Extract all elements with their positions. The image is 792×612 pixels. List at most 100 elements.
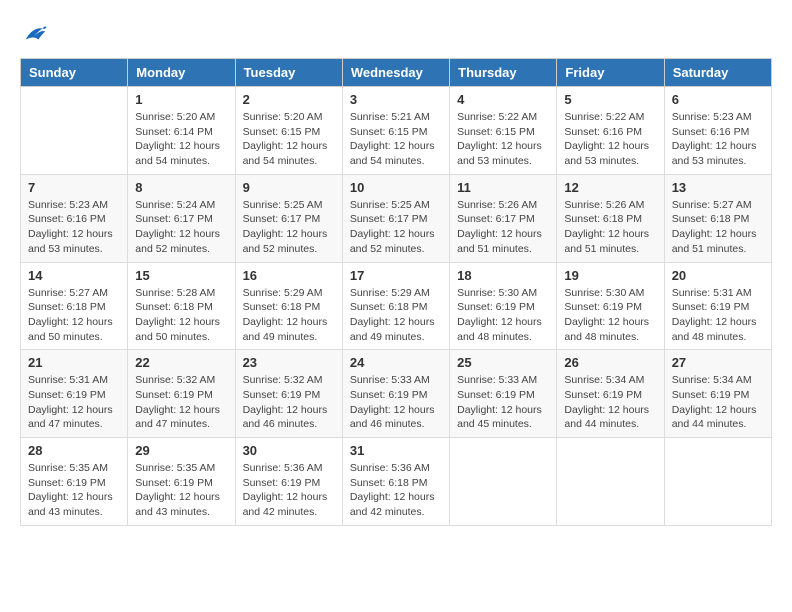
calendar-cell: 9 Sunrise: 5:25 AMSunset: 6:17 PMDaylight…: [235, 174, 342, 262]
day-info: Sunrise: 5:20 AMSunset: 6:15 PMDaylight:…: [243, 110, 335, 169]
day-info: Sunrise: 5:34 AMSunset: 6:19 PMDaylight:…: [672, 373, 764, 432]
day-info: Sunrise: 5:30 AMSunset: 6:19 PMDaylight:…: [457, 286, 549, 345]
day-number: 4: [457, 92, 549, 107]
day-info: Sunrise: 5:25 AMSunset: 6:17 PMDaylight:…: [243, 198, 335, 257]
day-info: Sunrise: 5:35 AMSunset: 6:19 PMDaylight:…: [135, 461, 227, 520]
calendar-cell: [664, 438, 771, 526]
day-number: 2: [243, 92, 335, 107]
calendar-cell: 16Sunrise: 5:29 AMSunset: 6:18 PMDayligh…: [235, 262, 342, 350]
day-info: Sunrise: 5:30 AMSunset: 6:19 PMDaylight:…: [564, 286, 656, 345]
day-number: 22: [135, 355, 227, 370]
day-number: 25: [457, 355, 549, 370]
day-info: Sunrise: 5:26 AMSunset: 6:17 PMDaylight:…: [457, 198, 549, 257]
day-info: Sunrise: 5:35 AMSunset: 6:19 PMDaylight:…: [28, 461, 120, 520]
day-info: Sunrise: 5:24 AMSunset: 6:17 PMDaylight:…: [135, 198, 227, 257]
day-info: Sunrise: 5:33 AMSunset: 6:19 PMDaylight:…: [350, 373, 442, 432]
day-number: 13: [672, 180, 764, 195]
day-number: 12: [564, 180, 656, 195]
calendar-week-row: 1 Sunrise: 5:20 AMSunset: 6:14 PMDaylight…: [21, 87, 772, 175]
calendar-cell: 30Sunrise: 5:36 AMSunset: 6:19 PMDayligh…: [235, 438, 342, 526]
calendar-cell: 2 Sunrise: 5:20 AMSunset: 6:15 PMDaylight…: [235, 87, 342, 175]
logo-icon: [20, 20, 48, 48]
day-number: 9: [243, 180, 335, 195]
day-number: 23: [243, 355, 335, 370]
day-of-week-header: Saturday: [664, 59, 771, 87]
calendar-cell: 28 Sunrise: 5:35 AMSunset: 6:19 PMDayligh…: [21, 438, 128, 526]
day-number: 15: [135, 268, 227, 283]
day-number: 3: [350, 92, 442, 107]
day-info: Sunrise: 5:28 AMSunset: 6:18 PMDaylight:…: [135, 286, 227, 345]
day-info: Sunrise: 5:23 AMSunset: 6:16 PMDaylight:…: [28, 198, 120, 257]
day-info: Sunrise: 5:23 AMSunset: 6:16 PMDaylight:…: [672, 110, 764, 169]
calendar-cell: 12 Sunrise: 5:26 AMSunset: 6:18 PMDayligh…: [557, 174, 664, 262]
day-info: Sunrise: 5:32 AMSunset: 6:19 PMDaylight:…: [243, 373, 335, 432]
calendar-cell: 3 Sunrise: 5:21 AMSunset: 6:15 PMDaylight…: [342, 87, 449, 175]
day-info: Sunrise: 5:36 AMSunset: 6:18 PMDaylight:…: [350, 461, 442, 520]
day-info: Sunrise: 5:22 AMSunset: 6:15 PMDaylight:…: [457, 110, 549, 169]
calendar-cell: 15 Sunrise: 5:28 AMSunset: 6:18 PMDayligh…: [128, 262, 235, 350]
day-info: Sunrise: 5:33 AMSunset: 6:19 PMDaylight:…: [457, 373, 549, 432]
calendar-week-row: 28 Sunrise: 5:35 AMSunset: 6:19 PMDayligh…: [21, 438, 772, 526]
page-header: [20, 20, 772, 48]
day-info: Sunrise: 5:29 AMSunset: 6:18 PMDaylight:…: [350, 286, 442, 345]
day-info: Sunrise: 5:22 AMSunset: 6:16 PMDaylight:…: [564, 110, 656, 169]
day-number: 5: [564, 92, 656, 107]
calendar-cell: 14 Sunrise: 5:27 AMSunset: 6:18 PMDayligh…: [21, 262, 128, 350]
calendar-cell: 6 Sunrise: 5:23 AMSunset: 6:16 PMDaylight…: [664, 87, 771, 175]
calendar-header-row: SundayMondayTuesdayWednesdayThursdayFrid…: [21, 59, 772, 87]
day-info: Sunrise: 5:21 AMSunset: 6:15 PMDaylight:…: [350, 110, 442, 169]
day-number: 6: [672, 92, 764, 107]
calendar-cell: 4 Sunrise: 5:22 AMSunset: 6:15 PMDaylight…: [450, 87, 557, 175]
day-number: 10: [350, 180, 442, 195]
day-number: 29: [135, 443, 227, 458]
calendar-cell: 26 Sunrise: 5:34 AMSunset: 6:19 PMDayligh…: [557, 350, 664, 438]
calendar-week-row: 21Sunrise: 5:31 AMSunset: 6:19 PMDayligh…: [21, 350, 772, 438]
day-number: 27: [672, 355, 764, 370]
day-number: 17: [350, 268, 442, 283]
day-number: 7: [28, 180, 120, 195]
calendar-cell: 13 Sunrise: 5:27 AMSunset: 6:18 PMDayligh…: [664, 174, 771, 262]
day-number: 11: [457, 180, 549, 195]
day-info: Sunrise: 5:27 AMSunset: 6:18 PMDaylight:…: [28, 286, 120, 345]
calendar-week-row: 7 Sunrise: 5:23 AMSunset: 6:16 PMDaylight…: [21, 174, 772, 262]
calendar-cell: 21Sunrise: 5:31 AMSunset: 6:19 PMDayligh…: [21, 350, 128, 438]
day-number: 18: [457, 268, 549, 283]
day-info: Sunrise: 5:36 AMSunset: 6:19 PMDaylight:…: [243, 461, 335, 520]
day-number: 24: [350, 355, 442, 370]
day-number: 26: [564, 355, 656, 370]
day-number: 31: [350, 443, 442, 458]
calendar-cell: 27 Sunrise: 5:34 AMSunset: 6:19 PMDayligh…: [664, 350, 771, 438]
day-number: 14: [28, 268, 120, 283]
day-of-week-header: Monday: [128, 59, 235, 87]
day-info: Sunrise: 5:31 AMSunset: 6:19 PMDaylight:…: [672, 286, 764, 345]
day-info: Sunrise: 5:32 AMSunset: 6:19 PMDaylight:…: [135, 373, 227, 432]
calendar-cell: 18 Sunrise: 5:30 AMSunset: 6:19 PMDayligh…: [450, 262, 557, 350]
day-info: Sunrise: 5:31 AMSunset: 6:19 PMDaylight:…: [28, 373, 120, 432]
calendar-cell: 24 Sunrise: 5:33 AMSunset: 6:19 PMDayligh…: [342, 350, 449, 438]
day-of-week-header: Wednesday: [342, 59, 449, 87]
calendar-week-row: 14 Sunrise: 5:27 AMSunset: 6:18 PMDayligh…: [21, 262, 772, 350]
calendar-cell: 19 Sunrise: 5:30 AMSunset: 6:19 PMDayligh…: [557, 262, 664, 350]
day-info: Sunrise: 5:20 AMSunset: 6:14 PMDaylight:…: [135, 110, 227, 169]
day-info: Sunrise: 5:34 AMSunset: 6:19 PMDaylight:…: [564, 373, 656, 432]
day-number: 28: [28, 443, 120, 458]
day-of-week-header: Sunday: [21, 59, 128, 87]
calendar-cell: [21, 87, 128, 175]
calendar-cell: 17 Sunrise: 5:29 AMSunset: 6:18 PMDayligh…: [342, 262, 449, 350]
day-number: 19: [564, 268, 656, 283]
day-info: Sunrise: 5:27 AMSunset: 6:18 PMDaylight:…: [672, 198, 764, 257]
calendar-cell: 20Sunrise: 5:31 AMSunset: 6:19 PMDayligh…: [664, 262, 771, 350]
day-info: Sunrise: 5:26 AMSunset: 6:18 PMDaylight:…: [564, 198, 656, 257]
calendar-cell: 1 Sunrise: 5:20 AMSunset: 6:14 PMDaylight…: [128, 87, 235, 175]
calendar-cell: 31 Sunrise: 5:36 AMSunset: 6:18 PMDayligh…: [342, 438, 449, 526]
day-of-week-header: Friday: [557, 59, 664, 87]
day-info: Sunrise: 5:25 AMSunset: 6:17 PMDaylight:…: [350, 198, 442, 257]
day-info: Sunrise: 5:29 AMSunset: 6:18 PMDaylight:…: [243, 286, 335, 345]
day-number: 1: [135, 92, 227, 107]
calendar-cell: 7 Sunrise: 5:23 AMSunset: 6:16 PMDaylight…: [21, 174, 128, 262]
calendar-cell: [450, 438, 557, 526]
calendar-cell: 25 Sunrise: 5:33 AMSunset: 6:19 PMDayligh…: [450, 350, 557, 438]
logo: [20, 20, 52, 48]
calendar-cell: 11 Sunrise: 5:26 AMSunset: 6:17 PMDayligh…: [450, 174, 557, 262]
day-of-week-header: Thursday: [450, 59, 557, 87]
